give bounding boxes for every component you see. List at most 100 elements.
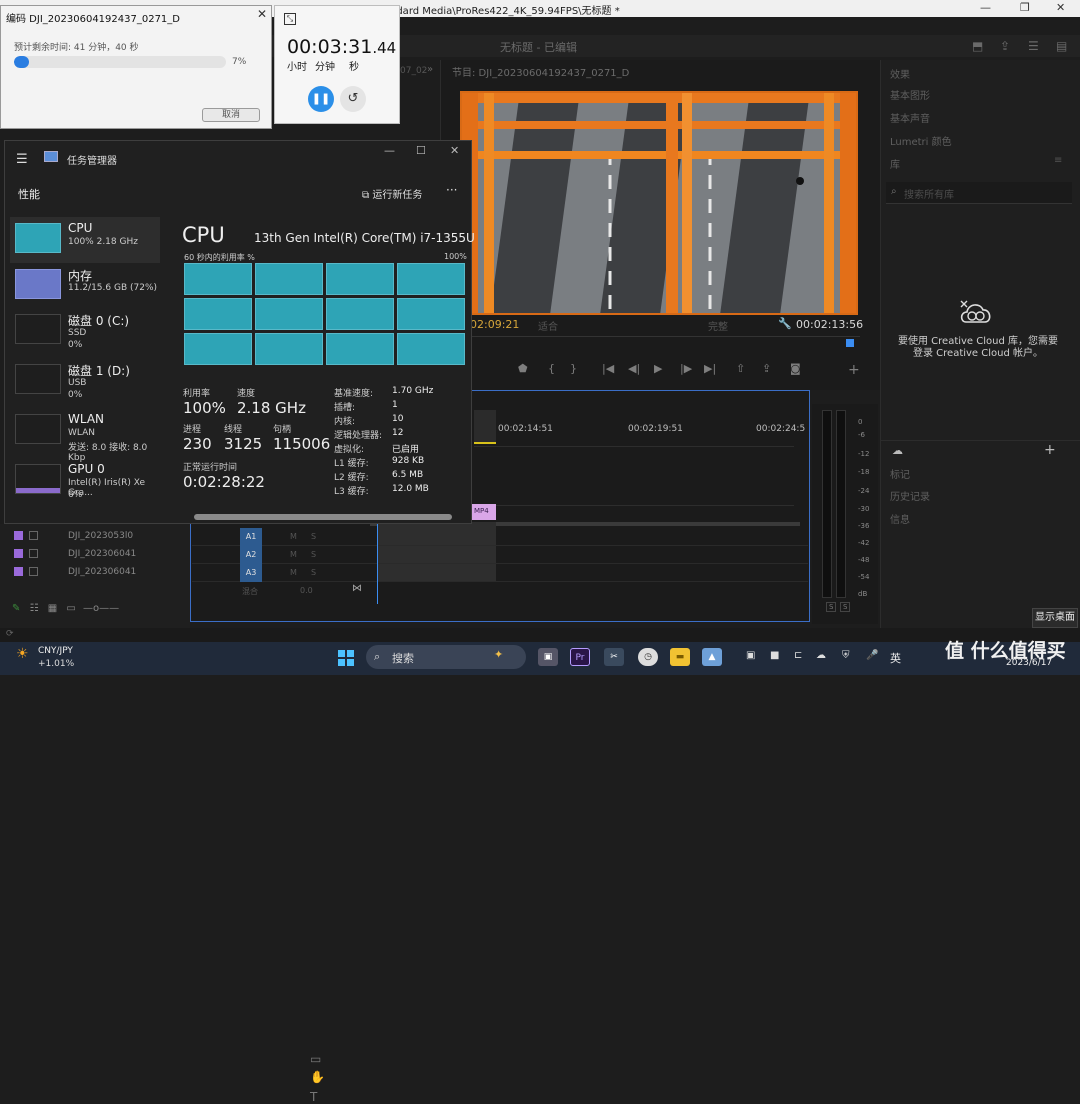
ime-indicator[interactable]: 英	[890, 650, 901, 666]
cancel-button[interactable]: 取消	[202, 108, 260, 122]
step-forward-icon[interactable]: |▶	[680, 362, 692, 375]
fx-widget-name[interactable]: CNY/JPY	[38, 646, 73, 656]
minimize-button[interactable]: —	[980, 1, 991, 14]
compact-overlay-icon[interactable]: ⤡	[284, 13, 296, 25]
clock-app-icon[interactable]: ◷	[638, 648, 658, 666]
solo-left-button[interactable]: S	[826, 602, 837, 612]
zoom-slider[interactable]: —o——	[83, 603, 119, 614]
program-monitor-title: 节目: DJI_20230604192437_0271_D	[452, 68, 630, 79]
icon-view-icon[interactable]: ▦	[48, 603, 57, 614]
tray-app-icon[interactable]: ▣	[746, 650, 755, 661]
lift-icon[interactable]: ⇧	[736, 362, 745, 375]
list-view-icon[interactable]: ☷	[30, 603, 39, 614]
program-scrubber[interactable]	[472, 336, 860, 348]
more-options-icon[interactable]: ···	[446, 183, 457, 197]
playhead-timecode[interactable]: 02:09:21	[470, 318, 519, 331]
usb-icon[interactable]: ⊏	[794, 650, 802, 661]
solo-a2[interactable]: S	[311, 550, 316, 559]
project-item[interactable]: DJI_202306041	[14, 567, 136, 583]
file-explorer-icon[interactable]: ▬	[670, 648, 690, 666]
library-menu-icon[interactable]: ≡	[1054, 155, 1062, 166]
sidebar-item-wlan[interactable]: WLAN WLAN 发送: 8.0 接收: 8.0 Kbp	[10, 408, 160, 463]
mute-a2[interactable]: M	[290, 550, 297, 559]
workspace-icon[interactable]: ☰	[1028, 39, 1039, 53]
out-point-icon[interactable]: }	[570, 362, 577, 375]
export-frame-icon[interactable]: ⬒	[972, 39, 983, 53]
microphone-icon[interactable]: 🎤	[866, 650, 878, 661]
premiere-app-icon[interactable]: Pr	[570, 648, 590, 666]
panel-expand-icon[interactable]: »	[427, 64, 433, 75]
hand-icon[interactable]: ✋	[310, 1070, 325, 1084]
panel-lumetri[interactable]: Lumetri 颜色	[890, 133, 952, 148]
panel-info[interactable]: 信息	[890, 511, 910, 526]
panel-essential-sound[interactable]: 基本声音	[890, 110, 930, 125]
maximize-button[interactable]: ❐	[1020, 1, 1030, 14]
pencil-icon[interactable]: ✎	[12, 603, 20, 614]
tray-square-icon[interactable]: ■	[770, 650, 779, 661]
search-highlight-icon[interactable]: ✦	[494, 648, 503, 661]
library-search-input[interactable]: 搜索所有库	[886, 182, 1072, 204]
zoom-fit-select[interactable]: 适合	[538, 318, 558, 333]
close-button[interactable]: ✕	[450, 144, 459, 157]
sidebar-item-disk1[interactable]: 磁盘 1 (D:) USB 0%	[10, 358, 160, 404]
panel-menu-icon[interactable]: ▤	[1056, 39, 1067, 53]
add-library-icon[interactable]: +	[1044, 442, 1056, 458]
share-icon[interactable]: ⇪	[1000, 39, 1010, 53]
extract-icon[interactable]: ⇪	[762, 362, 771, 375]
cloud-icon[interactable]: ☁	[816, 650, 826, 661]
snipping-tool-icon[interactable]: ✂	[604, 648, 624, 666]
type-tool-icon[interactable]: T	[310, 1090, 317, 1104]
cloud-sync-icon[interactable]: ☁	[892, 444, 903, 457]
play-icon[interactable]: ▶	[654, 362, 662, 375]
track-a1-toggle[interactable]: A1	[240, 528, 262, 546]
panel-effects[interactable]: 效果	[890, 66, 910, 81]
close-icon[interactable]: ✕	[257, 7, 267, 21]
photos-app-icon[interactable]: ▲	[702, 648, 722, 666]
reset-button[interactable]: ↺	[340, 86, 366, 112]
go-to-in-icon[interactable]: |◀	[602, 362, 614, 375]
mute-a3[interactable]: M	[290, 568, 297, 577]
add-button-icon[interactable]: +	[848, 362, 860, 378]
windows-start-icon[interactable]	[338, 650, 354, 666]
project-item[interactable]: DJI_2023053l0	[14, 531, 133, 547]
panel-history[interactable]: 历史记录	[890, 488, 930, 503]
task-view-icon[interactable]: ▣	[538, 648, 558, 666]
project-item[interactable]: DJI_202306041	[14, 549, 136, 565]
wrench-icon[interactable]: 🔧	[778, 317, 792, 330]
track-a3-toggle[interactable]: A3	[240, 564, 262, 582]
mix-value[interactable]: 0.0	[300, 586, 313, 595]
defender-icon[interactable]: ⛨	[842, 650, 850, 661]
mute-a1[interactable]: M	[290, 532, 297, 541]
panel-markers[interactable]: 标记	[890, 466, 910, 481]
solo-a3[interactable]: S	[311, 568, 316, 577]
panel-essential-graphics[interactable]: 基本图形	[890, 87, 930, 102]
sidebar-item-gpu[interactable]: GPU 0 Intel(R) Iris(R) Xe Gra... 6%	[10, 458, 160, 504]
weather-widget-icon[interactable]: ☀	[16, 646, 29, 662]
video-clip[interactable]: MP4	[472, 504, 496, 520]
freeform-view-icon[interactable]: ▭	[66, 603, 75, 614]
go-to-out-icon[interactable]: ▶|	[704, 362, 716, 375]
track-select-icon[interactable]: ▭	[310, 1052, 321, 1066]
camera-icon[interactable]: ◙	[790, 362, 801, 375]
collapse-icon[interactable]: ⋈	[352, 583, 362, 594]
playhead-marker[interactable]	[846, 339, 854, 347]
step-back-icon[interactable]: ◀|	[628, 362, 640, 375]
sidebar-item-cpu[interactable]: CPU 100% 2.18 GHz	[10, 217, 160, 263]
hamburger-menu-icon[interactable]: ☰	[16, 152, 28, 167]
panel-libraries[interactable]: 库	[890, 156, 900, 171]
clock-date[interactable]: 2023/6/17	[1006, 658, 1052, 668]
in-point-icon[interactable]: {	[548, 362, 555, 375]
horizontal-scrollbar[interactable]	[194, 514, 452, 520]
solo-a1[interactable]: S	[311, 532, 316, 541]
marker-icon[interactable]: ⬟	[518, 362, 528, 375]
sidebar-item-disk0[interactable]: 磁盘 0 (C:) SSD 0%	[10, 308, 160, 354]
solo-right-button[interactable]: S	[840, 602, 851, 612]
sidebar-item-memory[interactable]: 内存 11.2/15.6 GB (72%)	[10, 263, 160, 309]
run-new-task-button[interactable]: ⧉ 运行新任务	[362, 186, 422, 201]
maximize-button[interactable]: ☐	[416, 144, 426, 157]
pause-button[interactable]: ❚❚	[308, 86, 334, 112]
close-button[interactable]: ✕	[1056, 1, 1065, 14]
minimize-button[interactable]: —	[384, 144, 395, 157]
resolution-select[interactable]: 完整	[708, 318, 728, 333]
track-a2-toggle[interactable]: A2	[240, 546, 262, 564]
